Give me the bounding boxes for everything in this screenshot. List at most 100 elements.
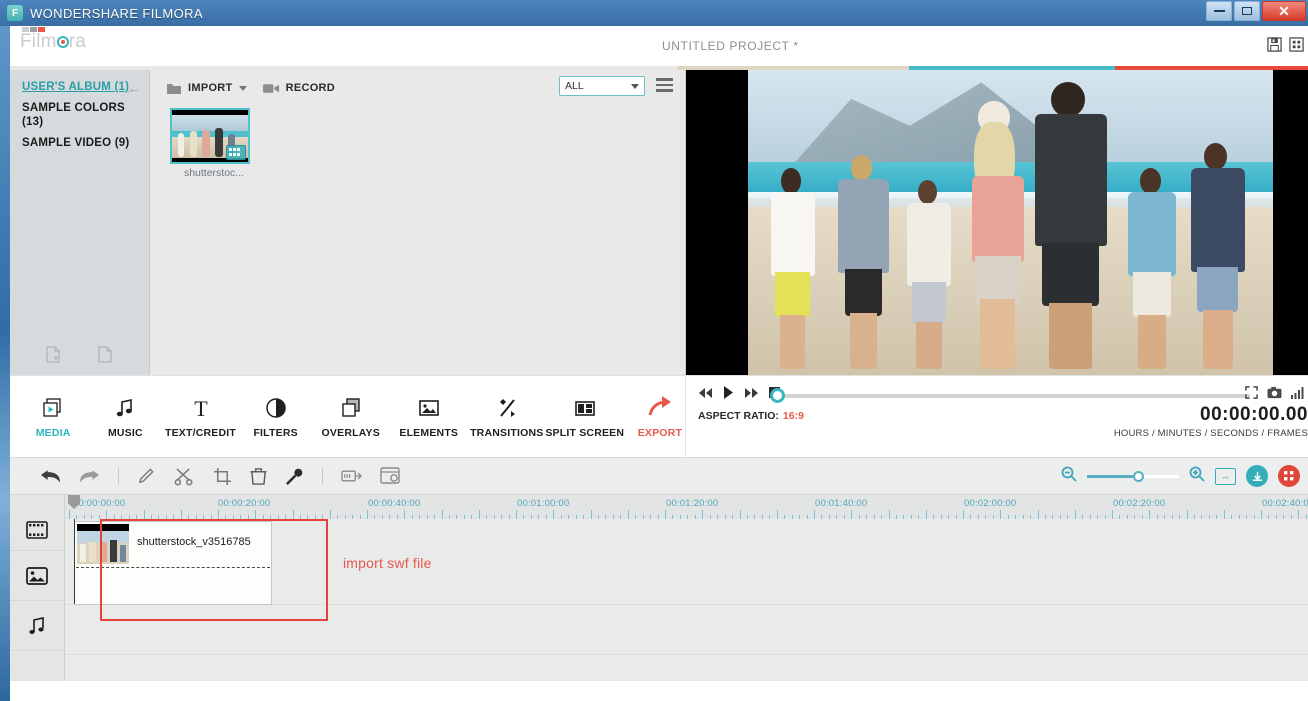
marker-teal-icon[interactable] [1246, 465, 1268, 487]
playhead-knob[interactable] [770, 388, 785, 403]
video-lane[interactable]: shutterstock_v3516785 import swf file [65, 519, 1308, 605]
video-track-header[interactable] [10, 495, 64, 551]
ruler-tick [367, 510, 368, 519]
ruler-tick [1224, 510, 1225, 519]
project-title: UNTITLED PROJECT * [662, 39, 799, 53]
tab-elements-label: ELEMENTS [399, 427, 458, 439]
audio-meter-icon[interactable] [1291, 386, 1304, 404]
audio-lane[interactable] [65, 655, 1308, 701]
tab-media[interactable]: MEDIA [28, 395, 78, 439]
sidebar-item-sample-colors[interactable]: SAMPLE COLORS (13) [22, 101, 149, 129]
preview-player[interactable] [686, 70, 1308, 375]
timeline-ruler[interactable]: 00:00:00:0000:00:20:0000:00:40:0000:01:0… [65, 495, 1308, 519]
close-icon: ✕ [1278, 4, 1290, 18]
timeline-clip[interactable]: shutterstock_v3516785 [74, 521, 272, 605]
tab-overlays-label: OVERLAYS [322, 427, 380, 439]
media-item[interactable]: shutterstoc... [170, 108, 258, 179]
tab-music-label: MUSIC [108, 427, 143, 439]
zoom-slider-knob[interactable] [1133, 471, 1144, 482]
record-label: RECORD [286, 82, 335, 94]
zoom-in-icon[interactable] [1189, 466, 1205, 487]
tab-transitions[interactable]: TRANSITIONS [479, 395, 535, 439]
video-track-icon [26, 521, 48, 539]
timeline-toolbar: ↔ [10, 457, 1308, 495]
tab-text-credit[interactable]: T TEXT/CREDIT [173, 395, 229, 439]
zoom-slider[interactable] [1087, 475, 1179, 478]
tab-overlays[interactable]: OVERLAYS [323, 395, 379, 439]
add-file-icon[interactable] [46, 346, 60, 363]
tab-elements[interactable]: ELEMENTS [401, 395, 457, 439]
snapshot-camera-icon[interactable] [1267, 386, 1282, 404]
scene-person [1184, 143, 1252, 369]
elements-image-icon [417, 395, 441, 421]
tab-export[interactable]: EXPORT [635, 395, 685, 439]
sidebar-item-sample-video[interactable]: SAMPLE VIDEO (9) [22, 136, 149, 150]
timeline-main[interactable]: 00:00:00:0000:00:20:0000:00:40:0000:01:0… [65, 495, 1308, 681]
fit-to-timeline-button[interactable]: ↔ [1215, 468, 1236, 485]
tab-split-screen-label: SPLIT SCREEN [545, 427, 624, 439]
svg-text:T: T [194, 396, 208, 420]
ruler-tick [889, 510, 890, 519]
redo-icon[interactable] [79, 468, 100, 484]
media-thumbnail[interactable] [170, 108, 250, 164]
edit-pencil-icon[interactable] [137, 467, 156, 486]
folder-icon [166, 82, 182, 95]
rewind-icon[interactable] [698, 387, 713, 399]
audio-track-header[interactable] [10, 601, 64, 651]
logo-text-part2: ra [69, 31, 86, 52]
pip-lane[interactable] [65, 605, 1308, 655]
media-filter-select[interactable]: ALL [559, 76, 645, 96]
project-settings-icon[interactable] [380, 467, 400, 485]
player-controls: ASPECT RATIO:16:9 00:00:00.00 HOURS / MI… [686, 376, 1308, 457]
record-button[interactable]: RECORD [263, 82, 335, 94]
undo-icon[interactable] [40, 468, 61, 484]
split-scissors-icon[interactable] [174, 467, 195, 486]
minimize-button[interactable] [1206, 1, 1232, 21]
ruler-tick [404, 510, 405, 519]
video-camera-icon [263, 83, 280, 94]
pip-track-header[interactable] [10, 551, 64, 601]
video-format-badge [226, 145, 246, 160]
filmora-app-icon: F [7, 5, 23, 21]
ruler-tick [851, 510, 852, 519]
delete-trash-icon[interactable] [250, 467, 267, 486]
library-toolbar: IMPORT RECORD ALL [150, 70, 685, 100]
aspect-ratio-label: ASPECT RATIO: [698, 410, 779, 422]
new-file-icon[interactable] [98, 346, 112, 363]
ruler-tick [702, 510, 703, 519]
zoom-out-icon[interactable] [1061, 466, 1077, 487]
ruler-tick [293, 510, 294, 519]
clip-audio-divider [76, 567, 270, 568]
crop-icon[interactable] [213, 467, 232, 486]
speed-icon[interactable] [341, 468, 362, 484]
tab-music[interactable]: MUSIC [100, 395, 150, 439]
record-red-icon[interactable] [1278, 465, 1300, 487]
preview-video-frame [748, 70, 1273, 375]
play-icon[interactable] [723, 386, 734, 399]
window-controls: ✕ [1206, 0, 1308, 24]
tab-filters-label: FILTERS [253, 427, 297, 439]
import-button[interactable]: IMPORT [166, 82, 247, 95]
settings-icon[interactable] [1289, 37, 1304, 52]
ruler-tick [1149, 510, 1150, 519]
maximize-button[interactable] [1234, 1, 1260, 21]
overlays-squares-icon [339, 395, 363, 421]
ruler-label: 00:01:20:00 [666, 498, 718, 509]
collapse-arrow-icon[interactable]: ← [127, 80, 141, 96]
tab-filters[interactable]: FILTERS [251, 395, 301, 439]
timeline-playhead[interactable] [74, 519, 75, 604]
fullscreen-icon[interactable] [1245, 386, 1258, 404]
os-window-title: WONDERSHARE FILMORA [30, 6, 203, 21]
import-label: IMPORT [188, 82, 233, 94]
close-button[interactable]: ✕ [1262, 1, 1306, 21]
album-sidebar: USER'S ALBUM (1) SAMPLE COLORS (13) SAMP… [10, 70, 150, 375]
ruler-tick [1038, 510, 1039, 519]
tab-split-screen[interactable]: SPLIT SCREEN [557, 395, 613, 439]
timecode-units: HOURS / MINUTES / SECONDS / FRAMES [1114, 428, 1308, 439]
fast-forward-icon[interactable] [744, 387, 759, 399]
save-icon[interactable] [1267, 37, 1282, 52]
ruler-tick [740, 510, 741, 519]
voiceover-mic-icon[interactable] [285, 467, 304, 486]
hamburger-menu-icon[interactable] [656, 78, 673, 95]
scrub-bar[interactable] [778, 394, 1250, 398]
